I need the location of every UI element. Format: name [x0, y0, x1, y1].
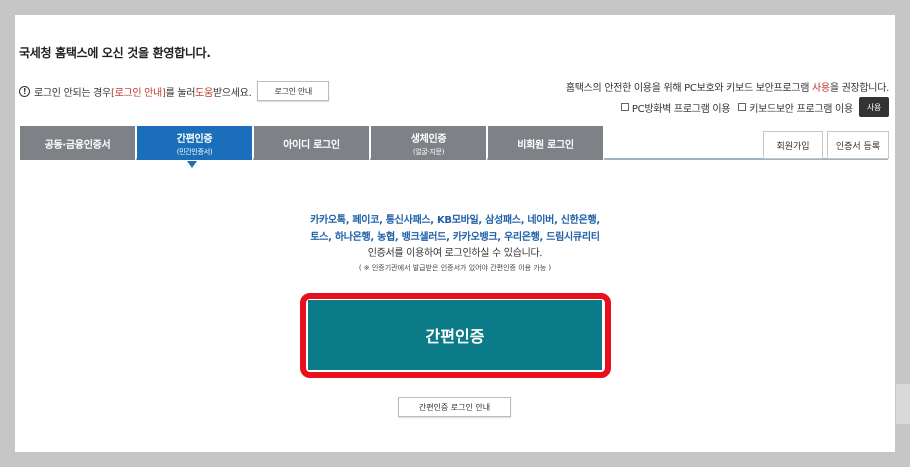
help-highlight-help: 도움: [195, 87, 213, 99]
help-text-before: 로그인 안되는 경우: [34, 87, 111, 99]
security-options: PC방화벽 프로그램 이용 키보드보안 프로그램 이용 사용: [620, 97, 889, 117]
login-panel: 국세청 홈택스에 오신 것을 환영합니다. ! 로그인 안되는 경우 [로그인 …: [15, 15, 895, 452]
security-notice: 홈택스의 안전한 이용을 위해 PC보호와 키보드 보안프로그램 사용을 권장합…: [566, 79, 889, 94]
tab-joint-certificate[interactable]: 공동·금융인증서: [20, 126, 136, 160]
firewall-checkbox-label: PC방화벽 프로그램 이용: [631, 103, 731, 115]
tab-label: 비회원 로그인: [517, 139, 574, 151]
login-guide-button[interactable]: 로그인 안내: [257, 81, 329, 101]
info-icon: !: [19, 85, 30, 97]
use-button[interactable]: 사용: [858, 97, 889, 117]
simple-auth-button[interactable]: 간편인증: [308, 300, 602, 370]
security-notice-before: 홈택스의 안전한 이용을 위해 PC보호와 키보드 보안프로그램: [565, 83, 813, 94]
security-notice-highlight: 사용: [812, 83, 830, 94]
help-highlight-login-guide: [로그인 안내]: [110, 87, 166, 99]
keyboard-security-checkbox-label: 키보드보안 프로그램 이용: [749, 103, 853, 115]
auth-description: 인증서를 이용하여 로그인하실 수 있습니다.: [367, 248, 543, 259]
tab-label: 아이디 로그인: [283, 139, 340, 151]
tab-sublabel: (민간인증서): [176, 147, 213, 156]
tab-sublabel: (얼굴·지문): [412, 147, 445, 156]
tab-id-login[interactable]: 아이디 로그인: [254, 126, 370, 160]
tab-label: 간편인증: [176, 133, 213, 145]
providers-line-1: 카카오톡, 페이코, 통신사패스, KB모바일, 삼성패스, 네이버, 신한은행…: [310, 215, 600, 226]
welcome-heading: 국세청 홈택스에 오신 것을 환영합니다.: [19, 46, 211, 60]
cert-register-button[interactable]: 인증서 등록: [827, 131, 889, 159]
keyboard-security-checkbox[interactable]: [738, 103, 747, 111]
active-tab-pointer: [187, 161, 197, 168]
tab-label: 생체인증: [410, 133, 447, 145]
scrollbar-track[interactable]: [896, 384, 910, 424]
help-text-after: 받으세요.: [212, 87, 252, 99]
signup-button[interactable]: 회원가입: [763, 131, 823, 159]
providers-line-2: 토스, 하나은행, 농협, 뱅크샐러드, 카카오뱅크, 우리은행, 드림시큐리티: [310, 232, 600, 243]
tab-simple-auth[interactable]: 간편인증 (민간인증서): [137, 126, 253, 160]
firewall-checkbox[interactable]: [620, 103, 629, 111]
login-help-row: ! 로그인 안되는 경우 [로그인 안내] 를 눌러 도움 받으세요. 로그인 …: [19, 81, 329, 101]
simple-auth-guide-button[interactable]: 간편인증 로그인 안내: [398, 397, 511, 417]
help-text-middle: 를 눌러: [165, 87, 196, 99]
tab-non-member[interactable]: 비회원 로그인: [488, 126, 604, 160]
security-notice-after: 을 권장합니다.: [829, 83, 889, 94]
tab-label: 공동·금융인증서: [44, 139, 111, 151]
tab-biometric[interactable]: 생체인증 (얼굴·지문): [371, 126, 487, 160]
login-tabs: 공동·금융인증서 간편인증 (민간인증서) 아이디 로그인 생체인증 (얼굴·지…: [20, 126, 888, 160]
auth-note: ( ※ 인증기관에서 발급받은 인증서가 있어야 간편인증 이용 가능 ): [358, 264, 552, 272]
